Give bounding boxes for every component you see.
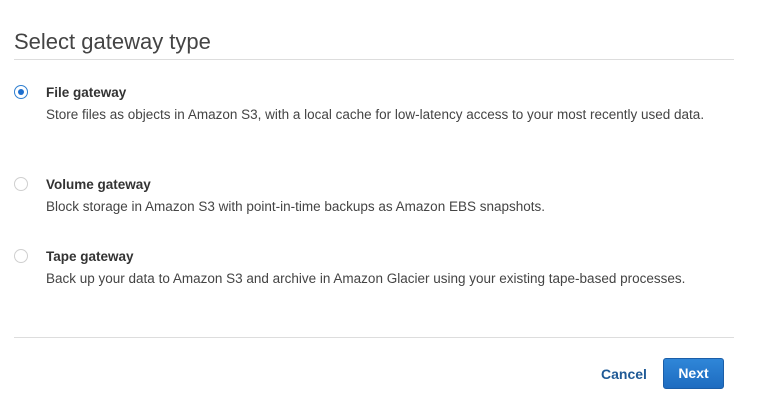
- option-description: Block storage in Amazon S3 with point-in…: [46, 199, 546, 214]
- next-button[interactable]: Next: [663, 358, 724, 389]
- option-text: Volume gateway Block storage in Amazon S…: [46, 176, 736, 217]
- option-description: Store files as objects in Amazon S3, wit…: [46, 107, 705, 122]
- option-file-gateway[interactable]: File gateway Store files as objects in A…: [14, 84, 734, 144]
- volume-gateway-radio[interactable]: [14, 177, 28, 191]
- file-gateway-radio[interactable]: [14, 85, 28, 99]
- option-label: Volume gateway: [46, 177, 151, 192]
- option-description: Back up your data to Amazon S3 and archi…: [46, 271, 686, 286]
- gateway-type-page: Select gateway type File gateway Store f…: [0, 0, 757, 414]
- option-text: Tape gateway Back up your data to Amazon…: [46, 248, 736, 289]
- option-tape-gateway[interactable]: Tape gateway Back up your data to Amazon…: [14, 248, 734, 288]
- option-text: File gateway Store files as objects in A…: [46, 84, 736, 125]
- footer-divider: [14, 337, 734, 338]
- cancel-button[interactable]: Cancel: [601, 366, 647, 382]
- title-divider: [14, 59, 734, 60]
- page-title: Select gateway type: [14, 29, 211, 54]
- option-volume-gateway[interactable]: Volume gateway Block storage in Amazon S…: [14, 176, 734, 216]
- option-label: Tape gateway: [46, 249, 134, 264]
- option-label: File gateway: [46, 85, 127, 100]
- tape-gateway-radio[interactable]: [14, 249, 28, 263]
